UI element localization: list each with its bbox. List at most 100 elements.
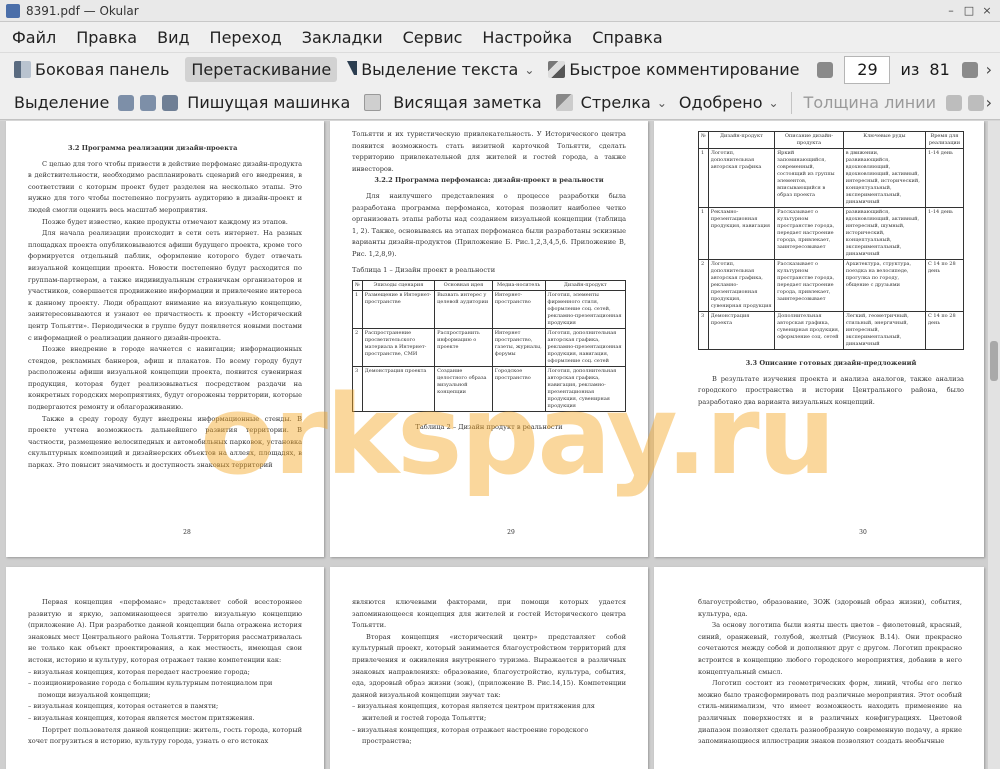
minimize-icon[interactable]: – — [944, 4, 958, 18]
line-width-label: Толщина линии — [803, 93, 937, 112]
table-cell: Яркий запоминающийся, современный, состо… — [774, 148, 844, 208]
table-cell: Рекламно-презентационная продукция, нави… — [707, 207, 776, 260]
close-icon[interactable]: × — [980, 4, 994, 18]
menu-bookmarks[interactable]: Закладки — [294, 28, 391, 47]
table-cell: С 14 по 28 день — [924, 311, 965, 350]
page-number: 28 — [183, 529, 191, 537]
menu-help[interactable]: Справка — [584, 28, 671, 47]
list-item: – позиционирование города с большим куль… — [28, 679, 273, 699]
table-header-cell: Ключевые руды — [842, 131, 926, 149]
menu-tools[interactable]: Сервис — [395, 28, 471, 47]
table-cell: Легкий, геометричный, стильный, энергичн… — [842, 311, 926, 350]
maximize-icon[interactable]: □ — [962, 4, 976, 18]
table-caption: Таблица 1 – Дизайн проект в реальности — [352, 265, 496, 274]
table-cell: 2 — [352, 328, 363, 368]
previous-page-icon[interactable] — [817, 61, 834, 78]
table-cell: Демонстрация проекта — [707, 311, 776, 350]
table-cell: 2 — [698, 259, 709, 312]
menu-bar: Файл Правка Вид Переход Закладки Сервис … — [0, 22, 1000, 52]
page-total: 81 — [929, 60, 950, 79]
table-row: 1 Логотип, дополнительная авторская граф… — [698, 148, 965, 208]
paragraph: Тольятти и их туристическую привлекатель… — [352, 130, 626, 173]
sidebar-button[interactable]: Боковая панель — [8, 57, 175, 82]
page-of-label: из — [900, 60, 920, 79]
page-number: 30 — [859, 529, 867, 537]
table-cell: С 14 по 28 день — [924, 259, 965, 312]
chevron-down-icon[interactable]: ⌄ — [768, 96, 778, 110]
table-header-cell: Основная идея — [434, 280, 493, 292]
vertical-scrollbar[interactable] — [988, 121, 1000, 769]
table-cell: 3 — [698, 311, 709, 350]
line-width-button[interactable]: Толщина линии — [798, 90, 943, 115]
table-row: 1 Рекламно-презентационная продукция, на… — [698, 207, 965, 260]
drag-mode-button[interactable]: Перетаскивание — [185, 57, 338, 82]
watermark: orkspay.ru — [200, 371, 836, 499]
table-header-cell: № — [698, 131, 709, 149]
table-cell: 1-14 день — [924, 148, 965, 208]
menu-settings[interactable]: Настройка — [474, 28, 580, 47]
page-number-input[interactable]: 29 — [844, 55, 891, 84]
page-31: Первая концепция «перфоманс» представляе… — [6, 567, 324, 769]
list-item: – визуальная концепция, которая передает… — [28, 667, 250, 676]
table-header-cell: Дизайн-продукт — [707, 131, 776, 149]
okular-app-icon — [6, 3, 20, 18]
stamp-icon[interactable] — [162, 94, 179, 111]
menu-file[interactable]: Файл — [4, 28, 64, 47]
annot-select-button[interactable]: Выделение — [8, 90, 115, 115]
text-select-button[interactable]: Выделение текста ⌄ — [341, 57, 540, 82]
arrow-label: Стрелка — [580, 93, 651, 112]
list-item: – визуальная концепция, которая является… — [352, 702, 595, 722]
paragraph: С целью для того чтобы привести в действ… — [28, 159, 303, 214]
list-item: – визуальная концепция, которая является… — [28, 713, 255, 722]
table-header-cell: № — [352, 280, 363, 292]
paragraph: Портрет пользователя данной концепции: ж… — [28, 725, 302, 746]
table-cell: Архитектура, структура, поездка на велос… — [842, 259, 926, 312]
table-cell: 1-14 день — [924, 207, 965, 260]
squiggle-icon[interactable] — [140, 94, 157, 111]
menu-go[interactable]: Переход — [202, 28, 290, 47]
toolbar-overflow-icon[interactable]: › — [986, 60, 992, 79]
approved-stamp-button[interactable]: Одобрено ⌄ — [673, 90, 785, 115]
paragraph: благоустройство, образование, ЗОЖ (здоро… — [698, 598, 962, 618]
table-cell: Логотип, дополнительная авторская график… — [707, 148, 776, 208]
table-row: 3 Демонстрация проекта Дополнительная ав… — [698, 311, 965, 350]
table-cell: Логотип, дополнительная авторская график… — [544, 328, 627, 368]
arrow-icon — [555, 94, 573, 111]
table-cell: Распространить информацию о проекте — [434, 328, 493, 368]
arrow-button[interactable]: Стрелка ⌄ — [550, 90, 673, 115]
table-cell: Размещение в Интернет-пространстве — [361, 290, 436, 330]
chevron-down-icon[interactable]: ⌄ — [524, 63, 534, 77]
table-row: 2 Распространение просветительского мате… — [352, 328, 627, 368]
color-icon[interactable] — [946, 94, 963, 111]
table-cell: Логотип, дополнительная авторская график… — [707, 259, 776, 312]
quick-comment-label: Быстрое комментирование — [569, 60, 800, 79]
typewriter-button[interactable]: Пишущая машинка — [181, 90, 356, 115]
underline-icon[interactable] — [118, 94, 135, 111]
table-header-cell: Описание дизайн-продукта — [774, 131, 844, 149]
toolbar-separator — [790, 91, 792, 114]
scrollbar-thumb[interactable] — [990, 341, 998, 381]
table-header-cell: Дизайн-продукт — [544, 280, 627, 292]
table-header-cell: Медиа-носитель — [491, 280, 546, 292]
menu-edit[interactable]: Правка — [68, 28, 145, 47]
next-page-icon[interactable] — [961, 61, 978, 78]
quick-comment-button[interactable]: Быстрое комментирование — [542, 57, 805, 82]
design-table-2: № Дизайн-продукт Описание дизайн-продукт… — [698, 131, 965, 350]
menu-view[interactable]: Вид — [149, 28, 197, 47]
drag-mode-label: Перетаскивание — [191, 60, 332, 79]
page-heading: 3.2 Программа реализации дизайн-проекта — [68, 144, 238, 152]
paragraph: Вторая концепция «исторический центр» пр… — [352, 632, 626, 699]
paragraph: Позже будет известно, какие продукты отм… — [42, 217, 288, 226]
document-viewport[interactable]: 3.2 Программа реализации дизайн-проекта … — [0, 121, 1000, 769]
chevron-down-icon[interactable]: ⌄ — [657, 96, 667, 110]
paragraph: За основу логотипа были взяты шесть цвет… — [698, 621, 962, 676]
list-item: – визуальная концепция, которая отражает… — [352, 725, 589, 746]
toolbar-overflow-icon[interactable]: › — [986, 93, 992, 112]
paragraph: Для начала реализации происходит в сети … — [28, 229, 302, 342]
annot-select-label: Выделение — [14, 93, 110, 112]
section-heading: 3.2.2 Программа перфоманса: дизайн-проек… — [374, 176, 604, 185]
table-cell: Интернет пространство, газеты, журналы, … — [491, 328, 546, 368]
opacity-icon[interactable] — [968, 94, 985, 111]
popup-note-button[interactable]: Висящая заметка — [358, 90, 547, 115]
table-cell: 1 — [698, 207, 709, 260]
